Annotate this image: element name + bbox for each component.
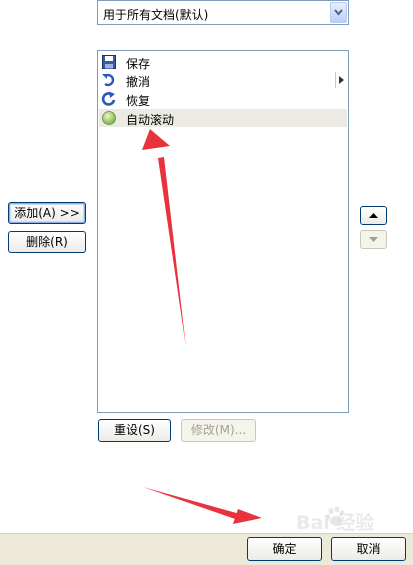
triangle-up-icon [369,213,378,218]
annotation-arrow-right [143,487,262,524]
chevron-right-icon [339,76,344,84]
cancel-button[interactable]: 取消 [331,537,406,561]
undo-icon [102,73,115,87]
chevron-down-icon [334,9,343,16]
save-icon [102,55,116,69]
list-item-label: 保存 [126,57,151,71]
remove-button[interactable]: 删除(R) [8,231,86,253]
list-item-save[interactable]: 保存 [99,53,347,71]
list-item-undo[interactable]: 撤消 [99,71,347,89]
document-scope-value: 用于所有文档(默认) [103,8,209,22]
watermark-text: Bai 经验 [296,512,375,534]
move-down-button[interactable] [360,230,387,249]
add-button[interactable]: 添加(A) >> [8,202,86,224]
triangle-down-icon [369,237,378,242]
modify-button[interactable]: 修改(M)... [181,419,256,442]
list-item-redo[interactable]: 恢复 [99,90,347,108]
document-scope-dropdown[interactable]: 用于所有文档(默认) [97,0,349,25]
list-item-label: 恢复 [126,94,151,108]
toolbar-command-list[interactable]: 保存 撤消 恢复 自动滚动 [97,50,349,413]
auto-scroll-icon [102,111,116,125]
ok-button[interactable]: 确定 [247,537,322,561]
move-up-button[interactable] [360,206,387,225]
list-item-label: 撤消 [126,75,151,89]
redo-icon [101,91,116,106]
list-item-auto-scroll[interactable]: 自动滚动 [99,109,347,127]
submenu-arrow[interactable] [335,72,347,88]
list-item-label: 自动滚动 [126,113,175,127]
dropdown-button[interactable] [330,2,347,23]
reset-button[interactable]: 重设(S) [98,419,171,442]
